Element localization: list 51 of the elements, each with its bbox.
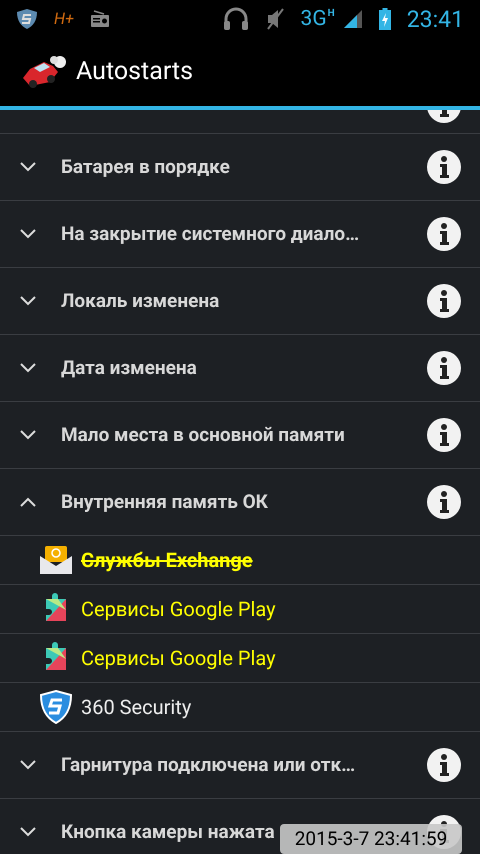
info-icon[interactable] [426, 484, 462, 520]
shield-icon [16, 8, 38, 30]
info-icon[interactable] [426, 350, 462, 386]
event-row[interactable]: На закрытие системного диало… [0, 201, 480, 268]
chevron-down-icon [19, 827, 37, 837]
signal-sub-label: H [328, 8, 335, 18]
event-row[interactable]: Локаль изменена [0, 268, 480, 335]
headphones-icon [222, 7, 249, 31]
info-icon[interactable] [426, 417, 462, 453]
event-label: Батарея в порядке [61, 154, 230, 180]
event-row[interactable]: Батарея в порядке [0, 134, 480, 201]
app-row[interactable]: Сервисы Google Play [0, 634, 480, 683]
network-label: H+ [54, 8, 74, 30]
event-row[interactable]: Дата изменена [0, 335, 480, 402]
event-label: Внутренняя память ОК [61, 488, 268, 515]
envelope-icon [39, 544, 73, 576]
chevron-down-icon [19, 363, 37, 373]
app-row[interactable]: 360 Security [0, 683, 480, 732]
event-row[interactable]: Мало места в основной памяти [0, 402, 480, 469]
app-title: Autostarts [76, 56, 193, 88]
app-name: 360 Security [81, 694, 192, 721]
app-name: Службы Exchange [81, 547, 253, 574]
chevron-down-icon [19, 229, 37, 239]
info-icon[interactable] [426, 216, 462, 252]
chevron-down-icon [19, 296, 37, 306]
radio-icon [90, 10, 110, 28]
event-label: Гарнитура подключена или отк… [61, 752, 356, 778]
info-icon[interactable] [426, 149, 462, 185]
timestamp-overlay: 2015-3-7 23:41:59 [280, 824, 462, 854]
chevron-up-icon [19, 497, 37, 507]
event-label: На закрытие системного диало… [61, 220, 360, 247]
event-label: Локаль изменена [61, 288, 220, 314]
app-name: Сервисы Google Play [81, 645, 276, 672]
app-row[interactable]: Сервисы Google Play [0, 585, 480, 634]
battery-charging-icon [378, 8, 391, 30]
event-label: Кнопка камеры нажата [61, 818, 275, 845]
chevron-down-icon [19, 760, 37, 770]
event-label: Дата изменена [61, 354, 197, 381]
event-label: Мало места в основной памяти [61, 422, 345, 448]
info-icon[interactable] [426, 747, 462, 783]
chevron-down-icon [19, 162, 37, 172]
event-row[interactable]: Гарнитура подключена или отк… [0, 732, 480, 799]
app-name: Сервисы Google Play [81, 596, 276, 623]
chevron-down-icon [19, 430, 37, 440]
clock-time: 23:41 [406, 8, 464, 30]
info-icon[interactable] [426, 283, 462, 319]
shield-icon [40, 690, 72, 724]
signal-type-label: 3G [300, 8, 327, 30]
event-row[interactable]: Внутренняя память ОК [0, 469, 480, 536]
signal-icon [342, 9, 363, 29]
mute-icon [264, 7, 285, 31]
